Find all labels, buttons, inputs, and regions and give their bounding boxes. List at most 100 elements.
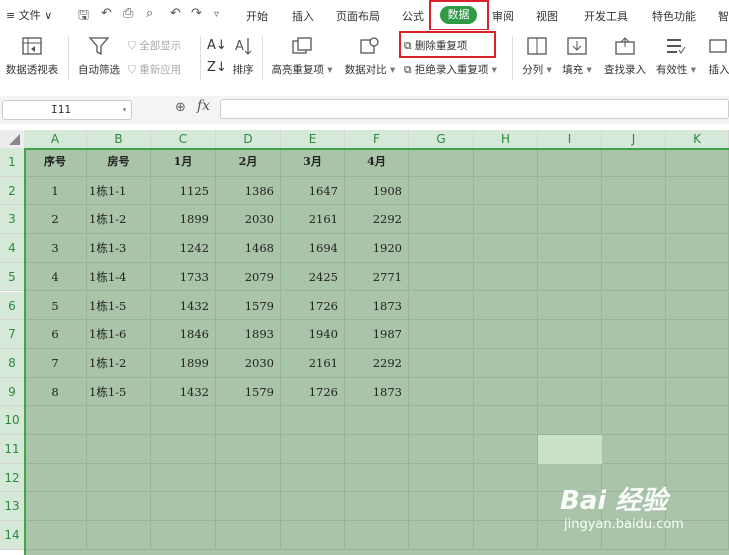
table-cell[interactable]: 1726 <box>281 377 345 407</box>
empty-cell[interactable] <box>474 463 538 493</box>
table-cell[interactable]: 2 <box>26 205 87 235</box>
empty-cell[interactable] <box>216 406 281 435</box>
table-cell[interactable]: 1908 <box>345 176 409 206</box>
undo-icon[interactable]: ↶ <box>170 6 181 21</box>
column-header-a[interactable]: A <box>24 130 87 148</box>
sort-button[interactable]: A 排序 <box>228 36 258 77</box>
table-cell[interactable]: 2292 <box>345 348 409 378</box>
empty-cell[interactable] <box>87 463 151 493</box>
empty-cell[interactable] <box>538 406 602 435</box>
column-header-d[interactable]: D <box>216 130 281 148</box>
table-cell[interactable]: 1726 <box>281 291 345 321</box>
empty-cell[interactable] <box>409 150 474 177</box>
split-columns-button[interactable]: 分列 ▾ <box>520 36 554 77</box>
data-compare-button[interactable]: 数据对比 ▾ <box>342 36 398 77</box>
table-header-cell[interactable]: 序号 <box>26 150 87 177</box>
empty-cell[interactable] <box>474 377 538 407</box>
empty-cell[interactable] <box>666 320 729 349</box>
table-cell[interactable]: 1940 <box>281 320 345 349</box>
empty-cell[interactable] <box>602 435 666 464</box>
empty-cell[interactable] <box>409 234 474 263</box>
row-header-9[interactable]: 9 <box>0 377 24 407</box>
empty-cell[interactable] <box>538 150 602 177</box>
column-header-c[interactable]: C <box>151 130 216 148</box>
fill-button[interactable]: 填充 ▾ <box>560 36 594 77</box>
tab-special[interactable]: 特色功能 <box>652 8 696 24</box>
empty-cell[interactable] <box>409 492 474 522</box>
table-cell[interactable]: 2079 <box>216 262 281 292</box>
empty-cell[interactable] <box>151 463 216 493</box>
empty-cell[interactable] <box>474 492 538 522</box>
empty-cell[interactable] <box>666 291 729 321</box>
table-cell[interactable]: 1栋1-6 <box>87 320 151 349</box>
table-cell[interactable]: 2771 <box>345 262 409 292</box>
empty-cell[interactable] <box>474 348 538 378</box>
table-cell[interactable]: 1242 <box>151 234 216 263</box>
table-cell[interactable]: 6 <box>26 320 87 349</box>
table-cell[interactable]: 1栋1-3 <box>87 234 151 263</box>
table-cell[interactable]: 1579 <box>216 377 281 407</box>
table-header-cell[interactable]: 房号 <box>87 150 151 177</box>
active-cell-i11[interactable] <box>538 435 602 464</box>
empty-cell[interactable] <box>409 377 474 407</box>
tab-view[interactable]: 视图 <box>536 8 558 24</box>
validity-button[interactable]: 有效性 ▾ <box>654 36 698 77</box>
empty-cell[interactable] <box>538 234 602 263</box>
table-cell[interactable]: 1893 <box>216 320 281 349</box>
row-header-11[interactable]: 11 <box>0 435 24 464</box>
table-header-cell[interactable]: 4月 <box>345 150 409 177</box>
chevron-down-icon[interactable]: ▾ <box>122 101 127 119</box>
table-cell[interactable]: 1647 <box>281 176 345 206</box>
empty-cell[interactable] <box>602 262 666 292</box>
empty-cell[interactable] <box>26 406 87 435</box>
table-cell[interactable]: 1873 <box>345 291 409 321</box>
empty-cell[interactable] <box>281 435 345 464</box>
row-header-8[interactable]: 8 <box>0 348 24 378</box>
empty-cell[interactable] <box>87 435 151 464</box>
highlight-duplicates-button[interactable]: 高亮重复项 ▾ <box>268 36 336 77</box>
empty-cell[interactable] <box>474 150 538 177</box>
empty-cell[interactable] <box>602 377 666 407</box>
empty-cell[interactable] <box>602 176 666 206</box>
empty-cell[interactable] <box>474 262 538 292</box>
tab-formula[interactable]: 公式 <box>402 8 424 24</box>
table-header-cell[interactable]: 1月 <box>151 150 216 177</box>
tab-more[interactable]: 智 <box>718 8 729 24</box>
row-header-5[interactable]: 5 <box>0 262 24 292</box>
empty-cell[interactable] <box>216 492 281 522</box>
empty-cell[interactable] <box>602 291 666 321</box>
empty-cell[interactable] <box>151 406 216 435</box>
empty-cell[interactable] <box>409 435 474 464</box>
table-cell[interactable]: 4 <box>26 262 87 292</box>
name-box[interactable]: I11 ▾ <box>2 100 132 120</box>
empty-cell[interactable] <box>409 176 474 206</box>
pivot-table-button[interactable]: 数据透视表 <box>4 36 60 77</box>
empty-cell[interactable] <box>26 521 87 550</box>
table-cell[interactable]: 2425 <box>281 262 345 292</box>
quick-access-more-icon[interactable]: ▿ <box>214 9 219 20</box>
empty-cell[interactable] <box>26 492 87 522</box>
empty-cell[interactable] <box>602 150 666 177</box>
table-cell[interactable]: 1846 <box>151 320 216 349</box>
empty-cell[interactable] <box>409 291 474 321</box>
empty-cell[interactable] <box>474 320 538 349</box>
table-cell[interactable]: 1栋1-2 <box>87 205 151 235</box>
table-cell[interactable]: 2161 <box>281 348 345 378</box>
empty-cell[interactable] <box>602 234 666 263</box>
table-cell[interactable]: 1468 <box>216 234 281 263</box>
empty-cell[interactable] <box>474 234 538 263</box>
file-menu[interactable]: ≡ 文件 ∨ <box>6 7 52 23</box>
reapply-button[interactable]: ⛉ 重新应用 <box>128 62 181 77</box>
empty-cell[interactable] <box>538 291 602 321</box>
empty-cell[interactable] <box>474 176 538 206</box>
undo-history-icon[interactable]: ↶ <box>101 6 112 21</box>
table-cell[interactable]: 5 <box>26 291 87 321</box>
table-cell[interactable]: 1栋1-1 <box>87 176 151 206</box>
table-cell[interactable]: 2030 <box>216 205 281 235</box>
tab-insert[interactable]: 插入 <box>292 8 314 24</box>
table-cell[interactable]: 7 <box>26 348 87 378</box>
print-icon[interactable]: ⎙ <box>123 6 133 21</box>
tab-review[interactable]: 审阅 <box>492 8 514 24</box>
empty-cell[interactable] <box>281 463 345 493</box>
empty-cell[interactable] <box>151 435 216 464</box>
